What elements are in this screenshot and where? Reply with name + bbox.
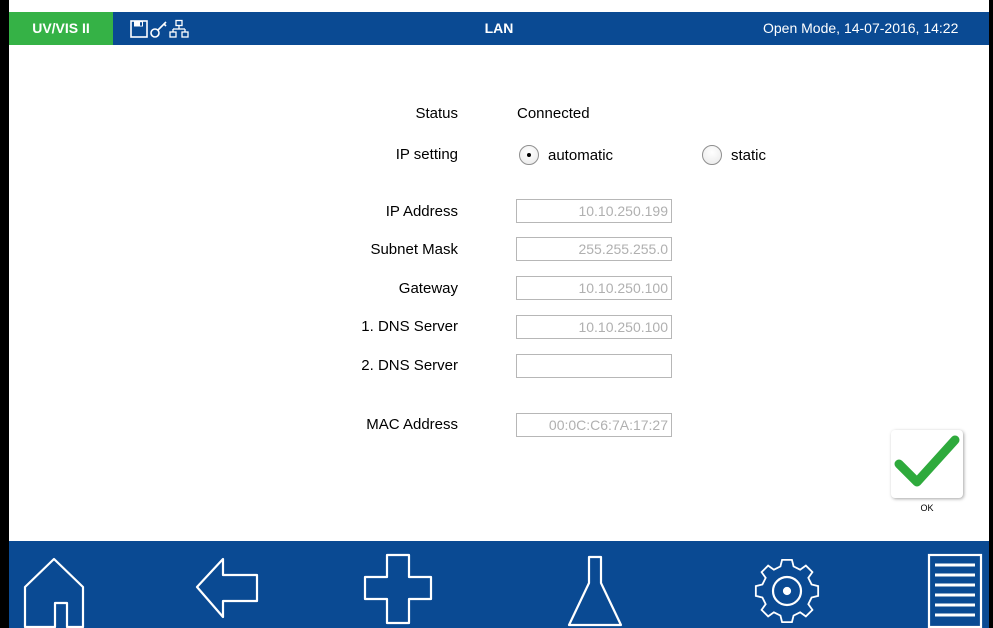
status-label: Status	[415, 105, 458, 122]
ok-button[interactable]	[891, 430, 963, 498]
subnet-mask-label: Subnet Mask	[370, 241, 458, 258]
gateway-label: Gateway	[398, 280, 458, 297]
home-icon[interactable]	[19, 549, 89, 628]
gateway-field[interactable]: 10.10.250.100	[516, 276, 672, 300]
gear-icon[interactable]	[747, 549, 827, 628]
ok-button-label: OK	[920, 503, 934, 513]
dns2-label: 2. DNS Server	[361, 357, 458, 374]
status-value: Connected	[517, 105, 590, 122]
subnet-mask-field[interactable]: 255.255.255.0	[516, 237, 672, 261]
dns1-label: 1. DNS Server	[361, 318, 458, 335]
radio-automatic[interactable]	[519, 145, 539, 165]
radio-selected-dot	[527, 153, 531, 157]
save-icon	[130, 20, 148, 38]
ip-address-label: IP Address	[385, 203, 458, 220]
dns1-field[interactable]: 10.10.250.100	[516, 315, 672, 339]
mode-date-time: Open Mode, 14-07-2016, 14:22	[763, 20, 959, 36]
radio-static-label[interactable]: static	[731, 147, 766, 164]
mac-address-label: MAC Address	[366, 416, 458, 433]
network-icon	[169, 19, 189, 38]
dns2-field[interactable]	[516, 354, 672, 378]
left-bezel	[0, 0, 9, 628]
bottom-toolbar	[9, 541, 989, 628]
title-bar: LAN UV/VIS II Open Mode, 14-07-2016, 14:…	[9, 12, 989, 45]
checkmark-icon	[894, 435, 960, 487]
back-arrow-icon[interactable]	[191, 549, 263, 628]
menu-list-icon[interactable]	[921, 549, 987, 628]
mac-address-field: 00:0C:C6:7A:17:27	[516, 413, 672, 437]
app-badge: UV/VIS II	[9, 12, 113, 45]
radio-static[interactable]	[702, 145, 722, 165]
key-icon	[150, 21, 167, 38]
lan-settings-screen	[0, 0, 993, 628]
right-bezel	[989, 0, 993, 628]
radio-automatic-label[interactable]: automatic	[548, 147, 613, 164]
plus-icon[interactable]	[361, 549, 435, 628]
flask-icon[interactable]	[565, 549, 625, 628]
ip-setting-label: IP setting	[395, 146, 458, 163]
ip-address-field[interactable]: 10.10.250.199	[516, 199, 672, 223]
